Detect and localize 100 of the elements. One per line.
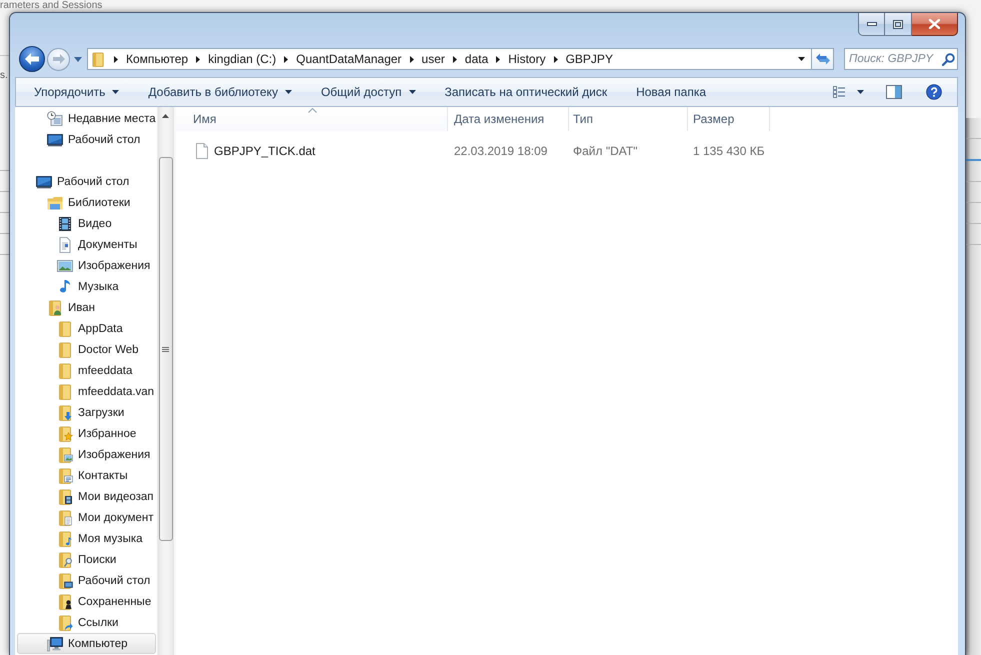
download-folder-icon	[57, 404, 73, 420]
folder-icon	[57, 384, 73, 400]
view-list-icon	[833, 86, 845, 98]
picture-folder-icon	[57, 446, 73, 462]
desktop-icon	[47, 132, 63, 148]
link-folder-icon	[57, 614, 73, 630]
refresh-button[interactable]	[812, 48, 834, 70]
nav-item[interactable]: Мои видеозап	[17, 486, 156, 507]
music-note-icon	[57, 278, 73, 294]
film-icon	[57, 216, 73, 232]
chess-folder-icon	[57, 594, 73, 610]
background-text: s.	[0, 70, 8, 81]
folder-icon	[57, 342, 73, 358]
search-icon[interactable]	[942, 53, 955, 66]
column-header[interactable]: Имя	[176, 107, 448, 131]
nav-item[interactable]: Ссылки	[17, 612, 156, 633]
nav-item[interactable]: mfeeddata	[17, 360, 156, 381]
nav-item[interactable]: Документы	[17, 234, 156, 255]
nav-item[interactable]: Doctor Web	[17, 339, 156, 360]
caret-icon	[74, 56, 82, 62]
breadcrumb-item[interactable]: Компьютер	[121, 49, 194, 69]
toolbar-button[interactable]: Добавить в библиотеку	[141, 80, 299, 104]
nav-item[interactable]: Изображения	[17, 444, 156, 465]
toolbar-button[interactable]: Упорядочить	[27, 80, 126, 104]
nav-item[interactable]: Компьютер	[17, 633, 156, 654]
nav-item[interactable]: Мои документ	[17, 507, 156, 528]
file-icon	[196, 143, 208, 159]
user-folder-icon	[47, 300, 63, 316]
right-arrow-icon	[52, 54, 64, 64]
film-folder-icon	[57, 488, 73, 504]
nav-item[interactable]: Поиски	[17, 549, 156, 570]
toolbar-button[interactable]: Общий доступ	[314, 80, 423, 104]
column-header[interactable]: Тип	[569, 107, 688, 131]
close-icon	[929, 19, 940, 29]
file-date: 22.03.2019 18:09	[453, 143, 548, 160]
nav-item[interactable]: Видео	[17, 213, 156, 234]
address-bar[interactable]: Компьютер kingdian (C:) QuantDataManager user data History GBPJPY	[87, 48, 812, 70]
nav-item[interactable]: Рабочий стол	[17, 171, 156, 192]
nav-item[interactable]: Контакты	[17, 465, 156, 486]
maximize-button[interactable]	[885, 13, 912, 36]
minimize-button[interactable]	[858, 13, 885, 36]
nav-item[interactable]: Избранное	[17, 423, 156, 444]
preview-pane-icon	[886, 85, 902, 99]
nav-item[interactable]: Загрузки	[17, 402, 156, 423]
search-field[interactable]: Поиск: GBPJPY	[844, 48, 958, 70]
nav-item[interactable]: Моя музыка	[17, 528, 156, 549]
breadcrumb-arrow-icon[interactable]	[452, 56, 457, 62]
nav-item[interactable]: mfeeddata.van	[17, 381, 156, 402]
breadcrumb-item[interactable]: History	[503, 49, 551, 69]
caret-icon	[798, 57, 804, 61]
column-header[interactable]: Размер	[688, 107, 770, 131]
vertical-scrollbar[interactable]	[157, 107, 173, 655]
folder-icon	[57, 320, 73, 336]
computer-icon	[47, 636, 63, 652]
breadcrumb-item[interactable]: data	[460, 49, 494, 69]
breadcrumb-arrow-icon[interactable]	[554, 56, 558, 62]
file-name: GBPJPY_TICK.dat	[214, 143, 316, 160]
search-folder-icon	[57, 552, 73, 568]
desktop-folder-icon	[57, 572, 73, 588]
star-folder-icon	[57, 426, 73, 442]
nav-item[interactable]: Музыка	[17, 276, 156, 297]
breadcrumb-item[interactable]: GBPJPY	[560, 49, 618, 69]
toolbar-button[interactable]: Записать на оптический диск	[438, 80, 614, 104]
file-size: 1 135 430 КБ	[692, 143, 766, 160]
back-button[interactable]	[19, 46, 45, 72]
picture-icon	[57, 258, 73, 274]
music-folder-icon	[57, 530, 73, 546]
background-text: rameters and Sessions	[0, 0, 102, 11]
minimize-icon	[866, 22, 876, 26]
refresh-icon	[816, 53, 830, 65]
breadcrumb-item[interactable]: kingdian (C:)	[203, 49, 282, 69]
contacts-folder-icon	[57, 468, 73, 484]
breadcrumb-arrow-icon[interactable]	[410, 56, 414, 62]
nav-item[interactable]: Библиотеки	[17, 192, 156, 213]
document-folder-icon	[57, 510, 73, 526]
toolbar-button[interactable]: Новая папка	[629, 80, 714, 104]
nav-item[interactable]: AppData	[17, 318, 156, 339]
caret-icon	[857, 90, 864, 94]
maximize-icon	[893, 20, 903, 28]
breadcrumb-arrow-icon[interactable]	[196, 56, 200, 62]
breadcrumb-arrow-icon[interactable]	[496, 56, 500, 62]
scrollbar-thumb[interactable]	[158, 157, 172, 541]
breadcrumb-item[interactable]: QuantDataManager	[291, 49, 407, 69]
library-icon	[47, 194, 63, 210]
breadcrumb-arrow-icon[interactable]	[114, 56, 118, 62]
nav-item[interactable]: Рабочий стол	[17, 129, 156, 150]
help-icon	[926, 84, 942, 100]
nav-item[interactable]: Недавние места	[17, 108, 156, 129]
nav-item[interactable]: Изображения	[17, 255, 156, 276]
nav-item[interactable]: Рабочий стол	[17, 570, 156, 591]
left-arrow-icon	[25, 53, 39, 65]
nav-item[interactable]: Сохраненные	[17, 591, 156, 612]
up-arrow-icon	[162, 114, 169, 118]
breadcrumb-arrow-icon[interactable]	[284, 56, 288, 62]
nav-item[interactable]: Иван	[17, 297, 156, 318]
column-header[interactable]: Дата изменения	[448, 107, 569, 131]
grip-icon	[162, 346, 169, 352]
file-row[interactable]: GBPJPY_TICK.dat 22.03.2019 18:09 Файл "DAT" 1 135 430 КБ	[176, 139, 958, 161]
close-button[interactable]	[912, 13, 958, 36]
breadcrumb-item[interactable]: user	[416, 49, 450, 69]
